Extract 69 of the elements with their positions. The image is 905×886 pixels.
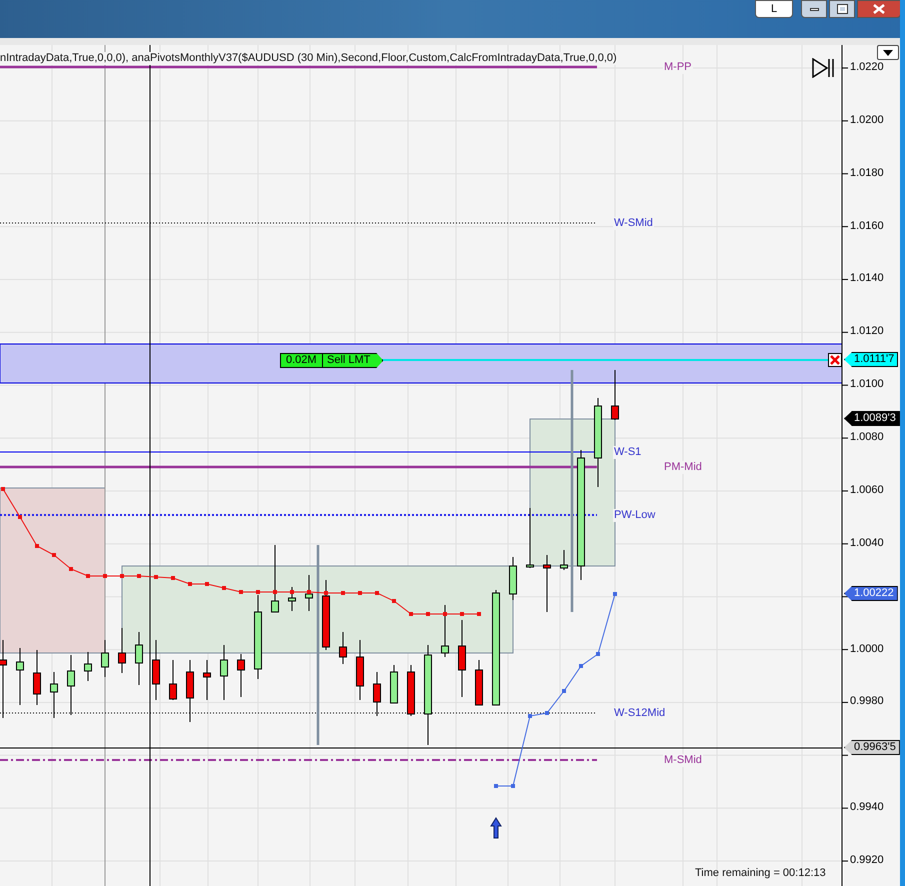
candle (560, 550, 568, 570)
candle (475, 660, 483, 706)
candle (407, 664, 415, 716)
pivot-label: M-SMid (663, 754, 703, 767)
time-remaining: Time remaining = 00:12:13 (695, 867, 826, 880)
candle (152, 640, 160, 700)
axis-label: 0.9980 (850, 695, 884, 708)
candle (135, 632, 143, 686)
pivot-label: W-SMid (613, 217, 654, 230)
axis-label: 1.0120 (850, 325, 884, 338)
candle (50, 672, 58, 718)
candle (220, 644, 228, 700)
price-tag: 1.0089'3 (844, 411, 900, 426)
price-tag: 1.0111'7 (844, 352, 898, 367)
axis-label: 1.0100 (850, 378, 884, 392)
candle (16, 648, 24, 706)
candle (339, 632, 347, 664)
restore-button[interactable] (829, 0, 855, 18)
axis-label: 0.9920 (850, 854, 884, 868)
price-tag: 1.00222 (844, 586, 898, 601)
pivot-label: M-PP (663, 61, 692, 74)
candle (271, 544, 279, 612)
pivot-label: PM-Mid (663, 461, 703, 474)
skip-to-end-icon[interactable] (812, 58, 836, 78)
candle (441, 604, 449, 658)
candle (526, 508, 534, 568)
candle (611, 370, 619, 420)
caret-icon (883, 50, 893, 56)
axis-label: 1.0040 (850, 536, 884, 550)
indicator-text: nIntradayData,True,0,0,0), anaPivotsMonthlyV37($AUDUSD (30 Min),Second,Floor,Custom,CalcFromIntradayData,True,0,0,0) (0, 52, 618, 65)
candle (305, 574, 313, 612)
close-button[interactable] (857, 0, 901, 18)
pivot-label: PW-Low (613, 509, 656, 522)
axis-label: 1.0160 (850, 220, 884, 233)
candle (373, 672, 381, 716)
minimize-button[interactable] (801, 0, 827, 18)
candle (509, 556, 517, 600)
price-tag: 0.9963'5 (844, 740, 900, 755)
candle (169, 660, 177, 700)
axis-label: 1.0000 (850, 642, 884, 656)
pivot-label: W-S1 (613, 446, 642, 459)
candle (322, 580, 330, 650)
candle (543, 554, 551, 612)
axis-label: 0.9940 (850, 801, 884, 814)
pivot-label: W-S12Mid (613, 707, 666, 720)
axis-label: 1.0060 (850, 484, 884, 497)
dropdown-button[interactable] (877, 45, 899, 60)
candle (101, 640, 109, 678)
axis-label: 1.0180 (850, 166, 884, 180)
up-arrow-icon (490, 817, 502, 838)
candle (203, 660, 211, 700)
candle (390, 664, 398, 704)
order-type-tag: Sell LMT (322, 353, 384, 368)
order-quantity: 0.02M (280, 353, 323, 368)
candle (356, 640, 364, 700)
candle (33, 650, 41, 706)
close-icon (873, 4, 885, 14)
axis-label: 1.0140 (850, 272, 884, 286)
candle (67, 654, 75, 716)
candle (288, 586, 296, 612)
axis-label: 1.0080 (850, 431, 884, 444)
candle (84, 652, 92, 682)
candle (118, 628, 126, 674)
axis-label: 1.0220 (850, 61, 884, 74)
cancel-order-icon[interactable] (828, 353, 842, 367)
layout-button[interactable]: L (755, 0, 793, 18)
candle (186, 660, 194, 722)
candle (237, 654, 245, 698)
axis-label: 1.0200 (850, 114, 884, 127)
